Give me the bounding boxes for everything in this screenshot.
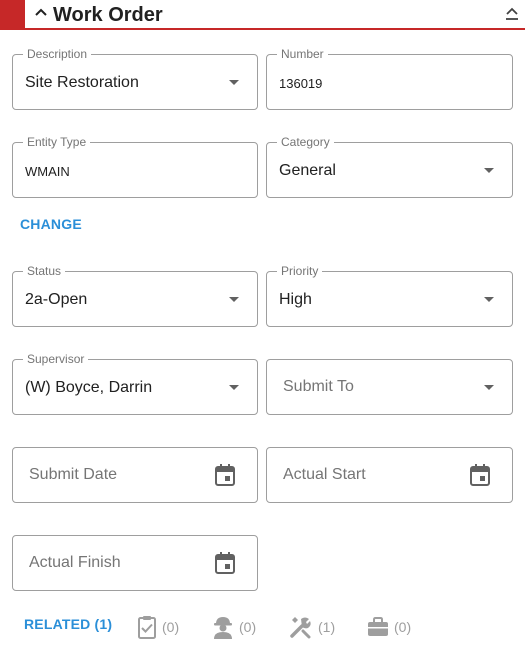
related-workers-item[interactable]: (0) bbox=[212, 614, 256, 640]
description-label: Description bbox=[23, 47, 92, 61]
entity-type-value: WMAIN bbox=[25, 164, 70, 179]
calendar-icon[interactable] bbox=[215, 552, 235, 574]
dropdown-arrow-icon bbox=[229, 297, 239, 302]
related-link[interactable]: RELATED (1) bbox=[24, 616, 112, 632]
status-select[interactable]: Status 2a-Open bbox=[12, 264, 258, 327]
collapse-icon[interactable] bbox=[504, 5, 520, 23]
priority-label: Priority bbox=[277, 264, 323, 278]
dropdown-arrow-icon bbox=[484, 297, 494, 302]
number-value: 136019 bbox=[279, 76, 323, 91]
category-value: General bbox=[279, 162, 336, 179]
related-count: (0) bbox=[162, 619, 180, 635]
category-select[interactable]: Category General bbox=[266, 135, 513, 198]
change-link[interactable]: CHANGE bbox=[20, 216, 82, 232]
priority-select[interactable]: Priority High bbox=[266, 264, 513, 327]
supervisor-value: (W) Boyce, Darrin bbox=[25, 379, 153, 396]
calendar-icon[interactable] bbox=[470, 464, 490, 486]
submit-date-field[interactable]: Submit Date bbox=[12, 447, 258, 503]
related-count: (0) bbox=[239, 619, 257, 635]
related-count: (0) bbox=[394, 619, 412, 635]
section-header: Work Order bbox=[0, 0, 525, 30]
number-field[interactable]: Number 136019 bbox=[266, 47, 513, 110]
submit-to-placeholder: Submit To bbox=[283, 378, 354, 395]
chevron-up-icon[interactable] bbox=[33, 5, 49, 21]
clipboard-check-icon bbox=[138, 616, 156, 639]
entity-type-field[interactable]: Entity Type WMAIN bbox=[12, 135, 258, 198]
related-tasks-item[interactable]: (0) bbox=[137, 614, 179, 640]
briefcase-icon bbox=[368, 617, 388, 636]
status-value: 2a-Open bbox=[25, 291, 88, 308]
number-label: Number bbox=[277, 47, 328, 61]
header-accent-bar bbox=[0, 0, 25, 28]
status-label: Status bbox=[23, 264, 66, 278]
actual-start-field[interactable]: Actual Start bbox=[266, 447, 513, 503]
dropdown-arrow-icon bbox=[484, 385, 494, 390]
entity-type-label: Entity Type bbox=[23, 135, 91, 149]
supervisor-label: Supervisor bbox=[23, 352, 89, 366]
actual-finish-field[interactable]: Actual Finish bbox=[12, 535, 258, 591]
dropdown-arrow-icon bbox=[484, 168, 494, 173]
supervisor-select[interactable]: Supervisor (W) Boyce, Darrin bbox=[12, 352, 258, 415]
submit-to-select[interactable]: Submit To bbox=[266, 359, 513, 415]
dropdown-arrow-icon bbox=[229, 385, 239, 390]
related-briefcase-item[interactable]: (0) bbox=[367, 614, 411, 640]
related-count: (1) bbox=[318, 619, 336, 635]
related-tools-item[interactable]: (1) bbox=[289, 614, 335, 640]
priority-value: High bbox=[279, 291, 312, 308]
tools-icon bbox=[290, 617, 311, 639]
actual-start-placeholder: Actual Start bbox=[283, 466, 366, 483]
category-label: Category bbox=[277, 135, 334, 149]
description-value: Site Restoration bbox=[25, 74, 139, 91]
worker-icon bbox=[214, 617, 232, 639]
actual-finish-placeholder: Actual Finish bbox=[29, 554, 121, 571]
dropdown-arrow-icon bbox=[229, 80, 239, 85]
calendar-icon[interactable] bbox=[215, 464, 235, 486]
submit-date-placeholder: Submit Date bbox=[29, 466, 118, 483]
description-select[interactable]: Description Site Restoration bbox=[12, 47, 258, 110]
section-title: Work Order bbox=[53, 4, 163, 26]
